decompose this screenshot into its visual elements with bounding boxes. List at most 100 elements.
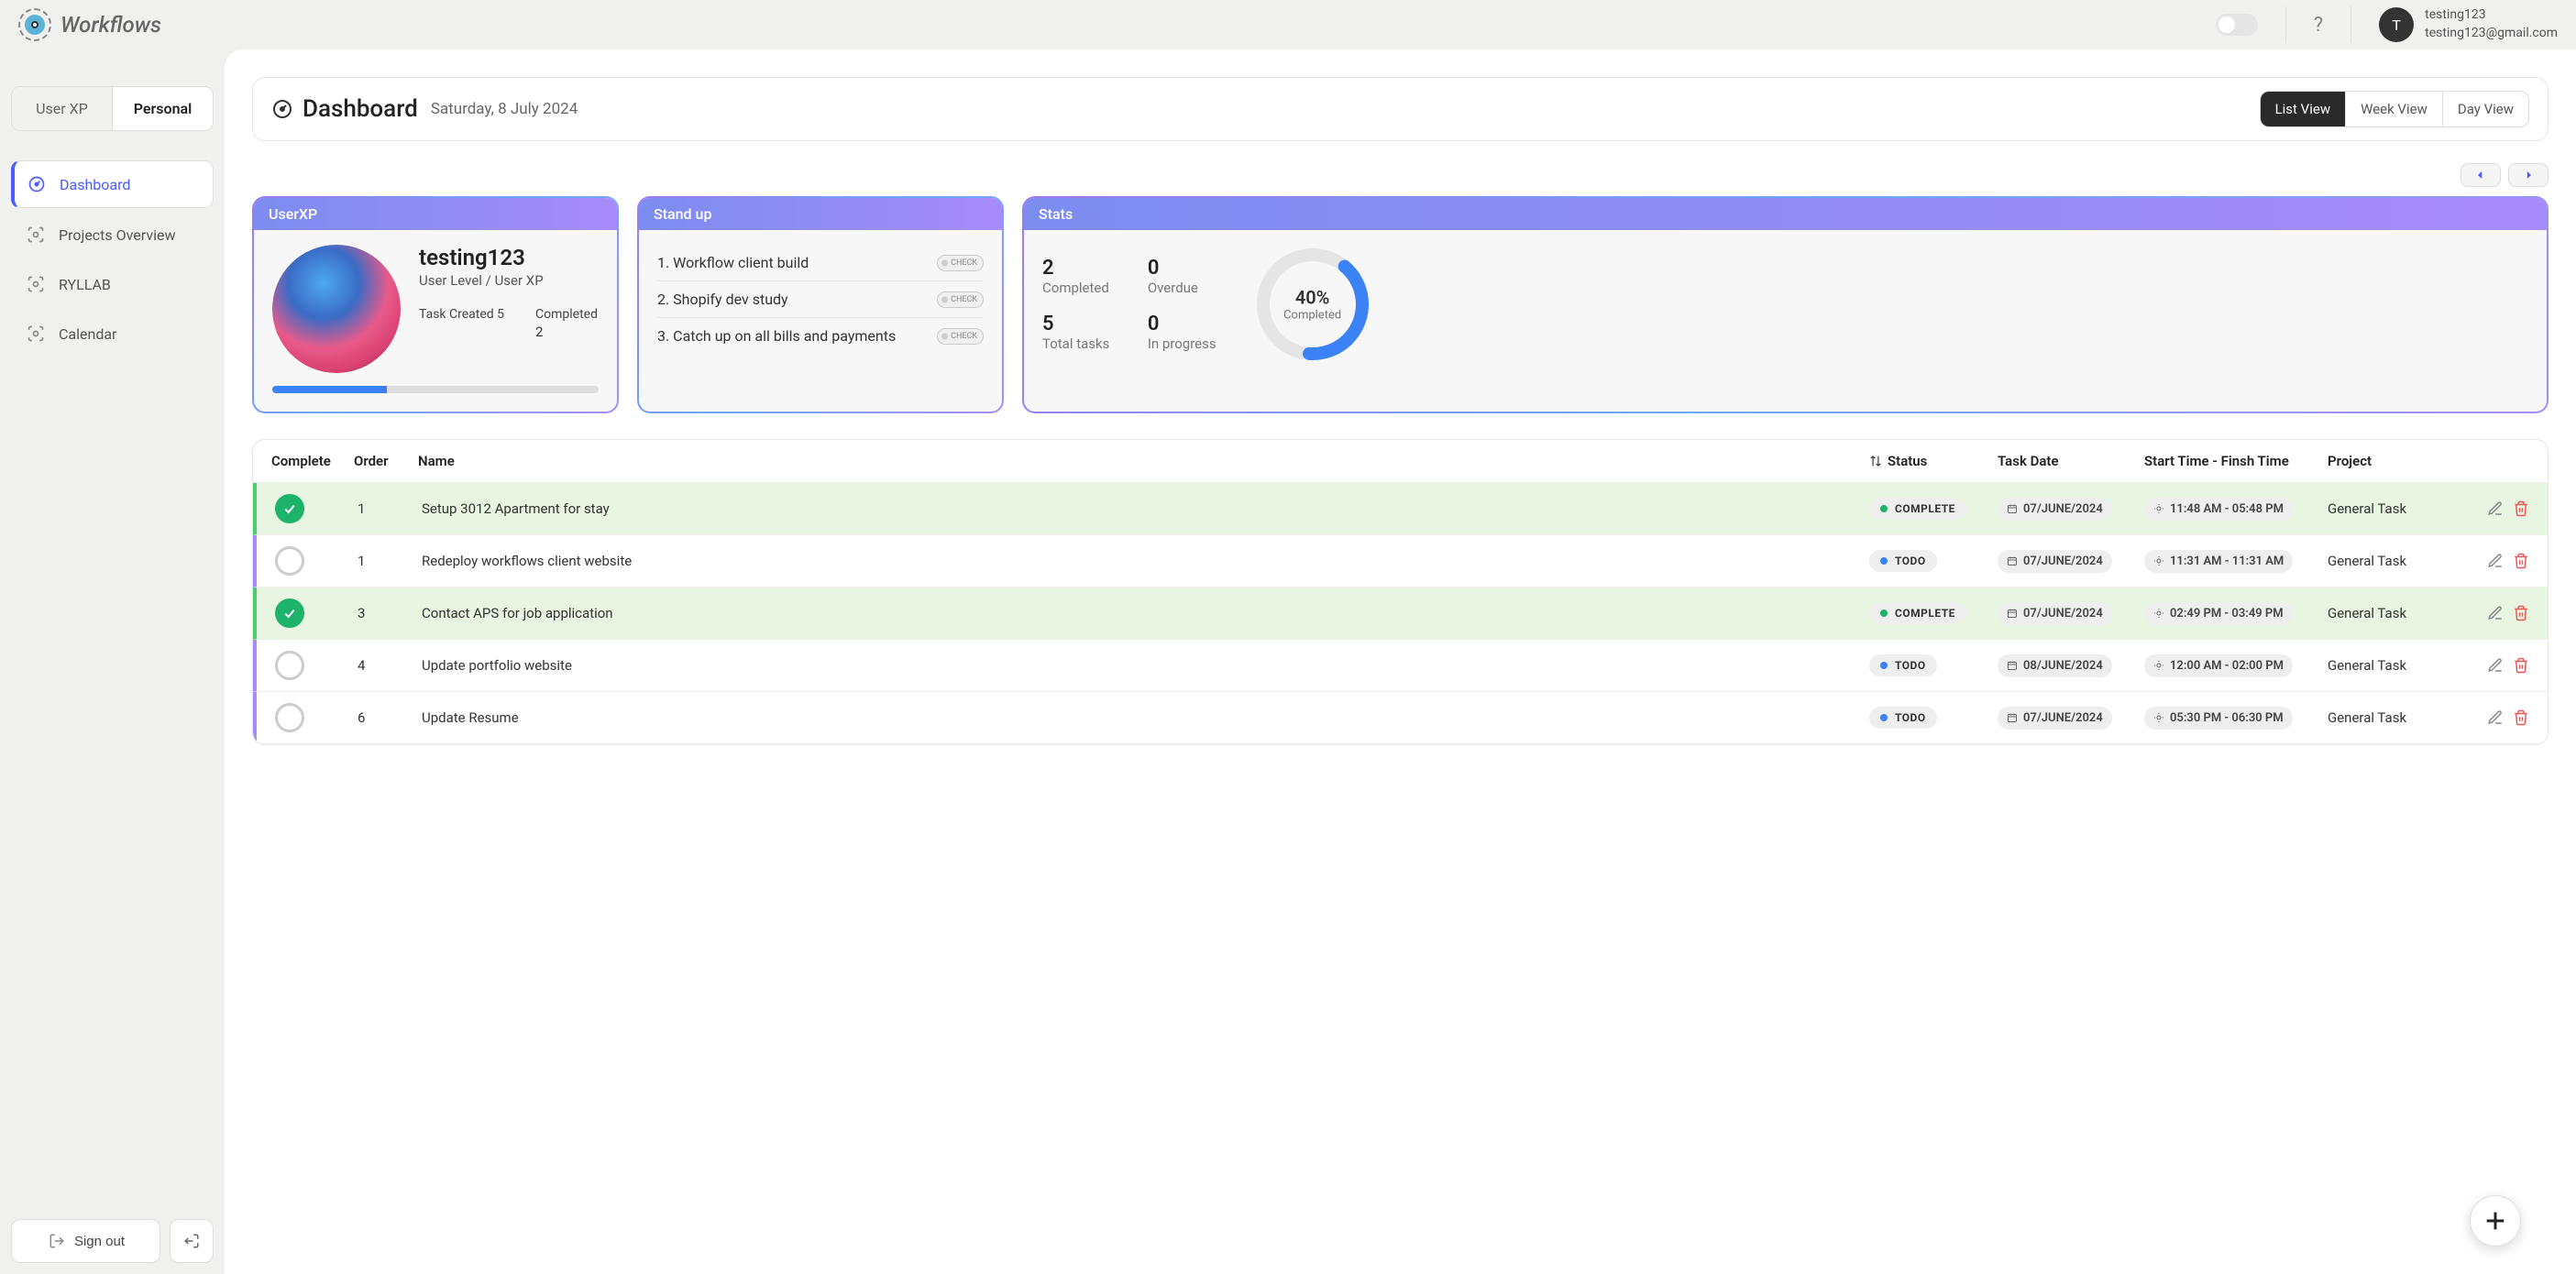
trash-icon[interactable] xyxy=(2513,553,2529,569)
edit-icon[interactable] xyxy=(2487,709,2504,726)
standup-item: 3. Catch up on all bills and paymentsCHE… xyxy=(657,318,984,354)
theme-toggle[interactable] xyxy=(2216,14,2258,36)
nav-item-ryllab[interactable]: RYLLAB xyxy=(11,261,214,307)
edit-icon[interactable] xyxy=(2487,657,2504,674)
signout-icon xyxy=(47,1231,67,1251)
logo-icon xyxy=(18,8,51,41)
col-complete: Complete xyxy=(271,453,354,469)
next-arrow[interactable] xyxy=(2508,163,2548,187)
check-toggle[interactable]: CHECK xyxy=(937,291,984,308)
edit-icon[interactable] xyxy=(2487,553,2504,569)
signout-button[interactable]: Sign out xyxy=(11,1219,160,1263)
table-row: 3Contact APS for job applicationCOMPLETE… xyxy=(253,588,2548,640)
xp-progress xyxy=(272,386,599,393)
complete-toggle[interactable] xyxy=(275,494,304,523)
cell-project: General Task xyxy=(2328,553,2456,569)
clock-icon xyxy=(2153,712,2164,723)
table-row: 4Update portfolio websiteTODO08/JUNE/202… xyxy=(253,640,2548,692)
cell-order: 3 xyxy=(358,605,422,621)
scan-icon xyxy=(26,274,46,294)
clock-icon xyxy=(2153,503,2164,514)
collapse-sidebar-button[interactable] xyxy=(170,1219,214,1263)
table-row: 1Redeploy workflows client websiteTODO07… xyxy=(253,535,2548,588)
check-toggle[interactable]: CHECK xyxy=(937,255,984,271)
cell-time: 05:30 PM - 06:30 PM xyxy=(2144,707,2293,730)
user-email: testing123@gmail.com xyxy=(2425,25,2558,43)
complete-toggle[interactable] xyxy=(275,651,304,680)
standup-item: 2. Shopify dev studyCHECK xyxy=(657,281,984,318)
view-switch: List View Week View Day View xyxy=(2260,91,2529,127)
chevron-left-icon xyxy=(2472,169,2489,181)
brand-name: Workflows xyxy=(61,12,161,38)
cell-name: Contact APS for job application xyxy=(422,605,1869,621)
cell-order: 1 xyxy=(358,553,422,569)
nav-item-label: Dashboard xyxy=(60,176,130,193)
view-week[interactable]: Week View xyxy=(2345,92,2442,126)
cell-name: Setup 3012 Apartment for stay xyxy=(422,500,1869,517)
logo[interactable]: Workflows xyxy=(18,8,161,41)
complete-toggle[interactable] xyxy=(275,599,304,628)
help-icon[interactable]: ? xyxy=(2285,6,2350,43)
nav-item-dashboard[interactable]: Dashboard xyxy=(11,160,214,208)
clock-icon xyxy=(2153,660,2164,671)
trash-icon[interactable] xyxy=(2513,500,2529,517)
collapse-icon xyxy=(183,1233,200,1249)
stat-progress-l: In progress xyxy=(1148,335,1216,352)
table-row: 6Update ResumeTODO07/JUNE/202405:30 PM -… xyxy=(253,692,2548,744)
complete-toggle[interactable] xyxy=(275,546,304,576)
main-content: Dashboard Saturday, 8 July 2024 List Vie… xyxy=(225,49,2576,1274)
col-order: Order xyxy=(354,453,418,469)
complete-toggle[interactable] xyxy=(275,703,304,732)
trash-icon[interactable] xyxy=(2513,605,2529,621)
cell-order: 1 xyxy=(358,500,422,517)
avatar-image xyxy=(272,245,401,373)
col-time: Start Time - Finsh Time xyxy=(2144,453,2328,469)
prev-arrow[interactable] xyxy=(2460,163,2501,187)
nav-item-label: Calendar xyxy=(59,325,116,343)
sidebar-tabs: User XP Personal xyxy=(11,86,214,131)
edit-icon[interactable] xyxy=(2487,605,2504,621)
user-menu[interactable]: T testing123 testing123@gmail.com xyxy=(2350,6,2558,42)
cell-order: 6 xyxy=(358,709,422,726)
check-toggle[interactable]: CHECK xyxy=(937,328,984,345)
gauge-icon xyxy=(27,174,47,194)
stat-total-l: Total tasks xyxy=(1042,335,1111,352)
sort-icon xyxy=(1869,455,1882,467)
add-task-fab[interactable] xyxy=(2470,1195,2521,1247)
card-stats: Stats 2Completed 0Overdue 5Total tasks 0… xyxy=(1022,196,2548,413)
card-standup: Stand up 1. Workflow client buildCHECK2.… xyxy=(637,196,1004,413)
cell-date: 08/JUNE/2024 xyxy=(1998,654,2112,677)
stat-total-v: 5 xyxy=(1042,313,1111,335)
edit-icon[interactable] xyxy=(2487,500,2504,517)
stat-completed-label: Completed xyxy=(535,307,598,322)
cell-name: Redeploy workflows client website xyxy=(422,553,1869,569)
cell-date: 07/JUNE/2024 xyxy=(1998,707,2112,730)
nav-item-calendar[interactable]: Calendar xyxy=(11,311,214,357)
col-status[interactable]: Status xyxy=(1869,453,1998,469)
trash-icon[interactable] xyxy=(2513,657,2529,674)
sidebar-tab-personal[interactable]: Personal xyxy=(112,87,213,130)
userxp-name: testing123 xyxy=(419,245,598,270)
cell-date: 07/JUNE/2024 xyxy=(1998,498,2112,521)
nav-item-projects-overview[interactable]: Projects Overview xyxy=(11,212,214,258)
standup-item: 1. Workflow client buildCHECK xyxy=(657,245,984,281)
cell-time: 02:49 PM - 03:49 PM xyxy=(2144,602,2293,625)
view-day[interactable]: Day View xyxy=(2442,92,2528,126)
status-badge: TODO xyxy=(1869,707,1937,729)
cell-order: 4 xyxy=(358,657,422,674)
col-project: Project xyxy=(2328,453,2456,469)
cell-time: 11:48 AM - 05:48 PM xyxy=(2144,498,2293,521)
view-list[interactable]: List View xyxy=(2261,92,2346,126)
trash-icon[interactable] xyxy=(2513,709,2529,726)
cell-project: General Task xyxy=(2328,657,2456,674)
page-title: Dashboard xyxy=(303,95,418,123)
card-standup-title: Stand up xyxy=(639,198,1002,230)
stats-donut: 40% Completed xyxy=(1253,245,1372,364)
calendar-icon xyxy=(2007,555,2018,566)
topbar: Workflows ? T testing123 testing123@gmai… xyxy=(0,0,2576,49)
cell-date: 07/JUNE/2024 xyxy=(1998,550,2112,573)
calendar-icon xyxy=(2007,660,2018,671)
stat-completed-l: Completed xyxy=(1042,280,1111,296)
calendar-icon xyxy=(2007,503,2018,514)
sidebar-tab-userxp[interactable]: User XP xyxy=(12,87,112,130)
